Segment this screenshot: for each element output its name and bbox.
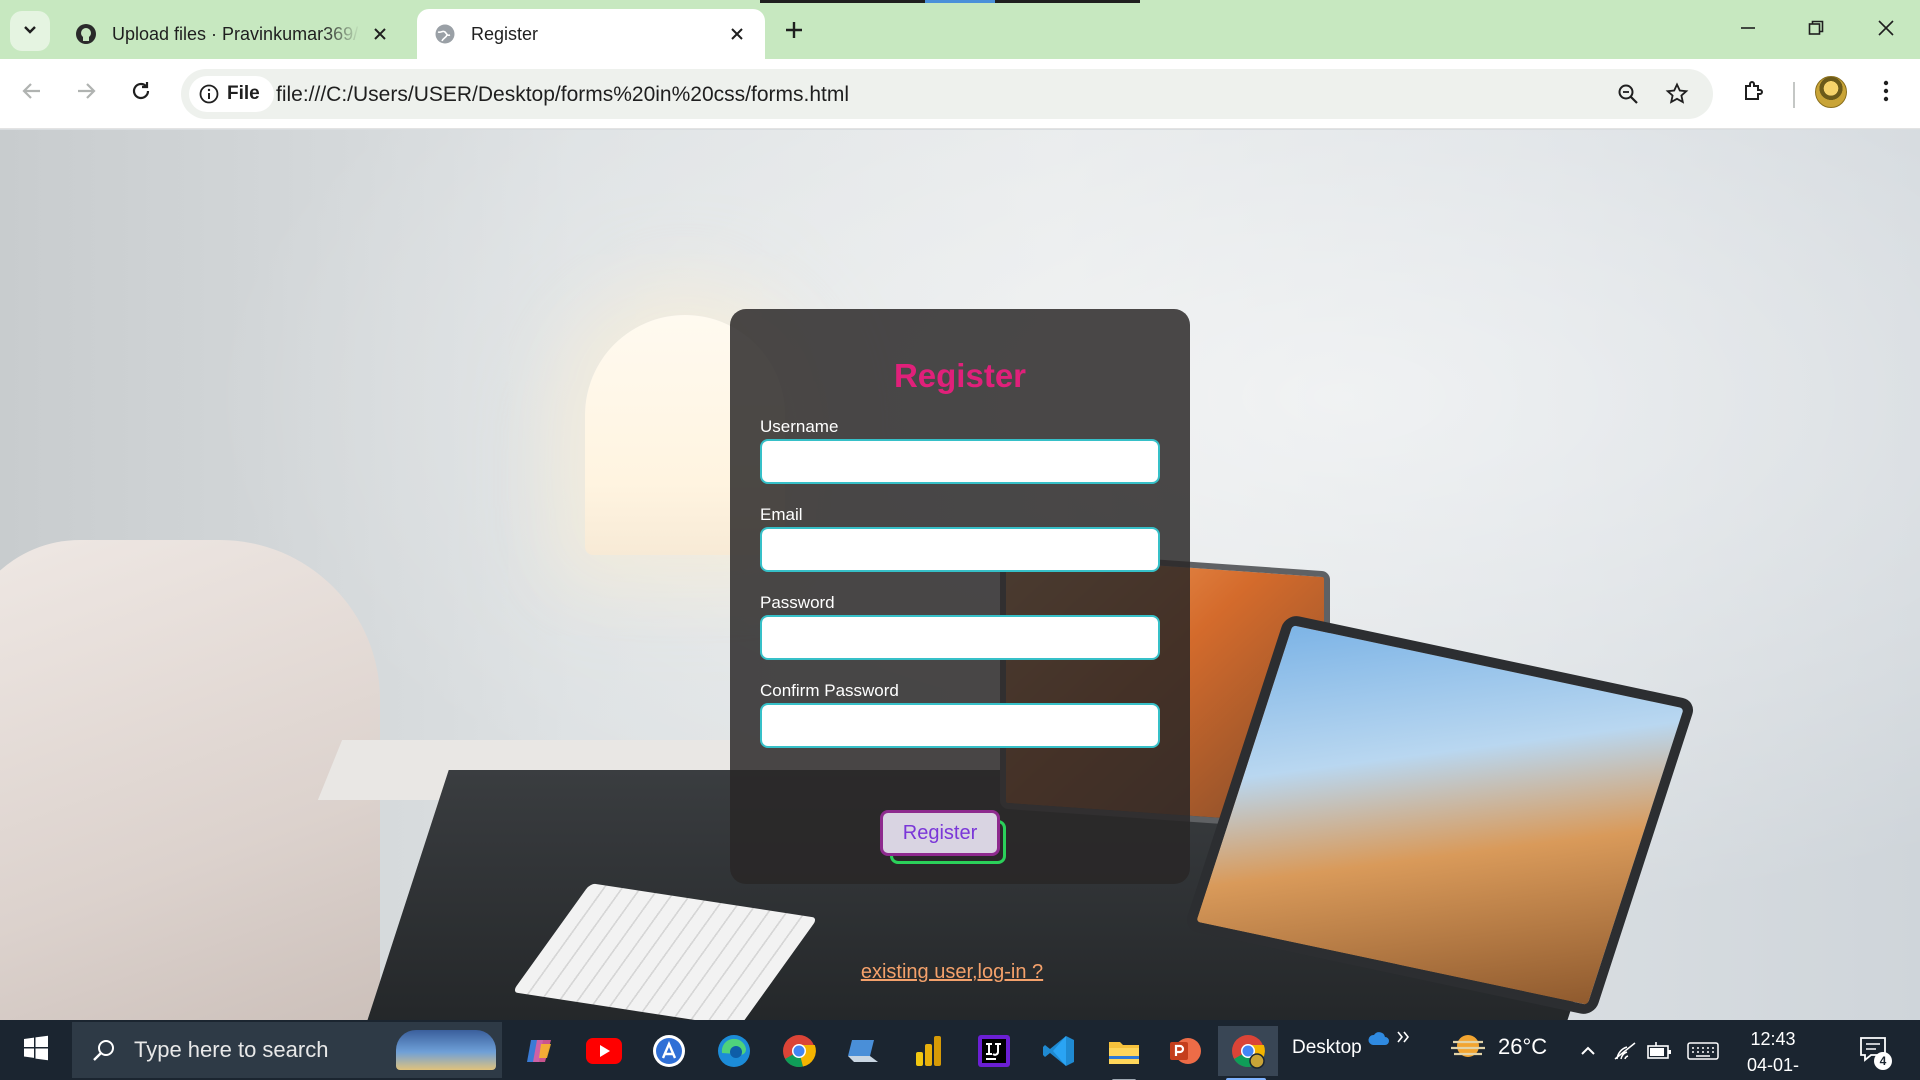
profile-avatar[interactable] <box>1815 76 1847 108</box>
form-title: Register <box>893 357 1027 394</box>
intellij-icon[interactable] <box>966 1026 1022 1076</box>
tab-search-button[interactable] <box>10 11 50 51</box>
double-chevron-right-icon[interactable] <box>1390 1024 1416 1050</box>
restore-icon <box>1808 20 1824 41</box>
register-form: Register Username Email Password Confirm… <box>730 309 1190 983</box>
arrow-right-icon <box>75 80 97 107</box>
tab-strip: Upload files · Pravinkumar369/S Register <box>0 0 1920 59</box>
puzzle-icon <box>1742 79 1766 108</box>
temperature-text: 26°C <box>1498 1034 1548 1059</box>
restore-button[interactable] <box>1792 10 1840 50</box>
clock-time: 12:43 <box>1750 1029 1796 1049</box>
close-icon[interactable] <box>725 22 749 46</box>
windows-logo-icon <box>23 1035 49 1066</box>
onedrive-icon[interactable] <box>1366 1026 1392 1052</box>
password-input[interactable] <box>760 615 1160 660</box>
tab-title: Register <box>471 23 539 44</box>
new-tab-button[interactable] <box>776 14 812 50</box>
wifi-icon[interactable] <box>1612 1038 1638 1064</box>
arrow-left-icon <box>21 80 43 107</box>
email-label: Email <box>760 505 803 524</box>
chevron-up-icon[interactable] <box>1575 1038 1601 1064</box>
tab-title: Upload files · Pravinkumar369/S <box>112 23 360 44</box>
login-link-wrapper: existing user,log-in ? <box>730 961 1190 984</box>
taskbar-search[interactable]: Type here to search <box>72 1022 502 1078</box>
search-highlight-art <box>396 1030 496 1070</box>
laptop-icon[interactable] <box>836 1026 892 1076</box>
submit-wrapper: Register <box>880 810 1006 864</box>
minimize-icon <box>1740 20 1756 41</box>
site-chip-label: File <box>227 83 260 104</box>
toolbar-divider <box>1793 82 1795 108</box>
bookmark-star-icon[interactable] <box>1662 79 1692 109</box>
edge-icon[interactable] <box>706 1026 762 1076</box>
windows-taskbar: Type here to search Desktop 26°C 12:43 0… <box>0 1020 1920 1080</box>
background-chair <box>0 540 380 1020</box>
keyboard-icon[interactable] <box>1686 1038 1720 1064</box>
powerpoint-icon[interactable] <box>1157 1026 1213 1076</box>
start-button[interactable] <box>12 1032 60 1068</box>
browser-toolbar: File file:///C:/Users/USER/Desktop/forms… <box>0 59 1920 129</box>
reload-icon <box>130 80 152 107</box>
battery-icon[interactable] <box>1646 1038 1672 1064</box>
chrome-profile-icon[interactable] <box>1218 1026 1278 1080</box>
search-icon <box>92 1038 116 1062</box>
desktop-toolbar-label[interactable]: Desktop <box>1292 1037 1362 1059</box>
confirm-password-input[interactable] <box>760 703 1160 748</box>
extensions-button[interactable] <box>1734 73 1774 113</box>
page-viewport: Register Username Email Password Confirm… <box>0 130 1920 1020</box>
site-info-chip[interactable]: File <box>189 76 274 112</box>
app-store-icon[interactable] <box>641 1026 697 1076</box>
zoom-icon[interactable] <box>1613 79 1643 109</box>
close-icon[interactable] <box>368 22 392 46</box>
more-vertical-icon <box>1882 79 1890 108</box>
notification-count-badge: 4 <box>1874 1052 1892 1070</box>
password-label: Password <box>760 593 835 612</box>
chrome-icon[interactable] <box>771 1026 827 1076</box>
username-label: Username <box>760 417 839 436</box>
loading-bar <box>760 0 1140 3</box>
file-explorer-icon[interactable] <box>1096 1026 1152 1080</box>
existing-user-login-link[interactable]: existing user,log-in ? <box>861 961 1043 983</box>
weather-widget[interactable]: 26°C <box>1450 1032 1547 1062</box>
github-icon <box>74 22 98 46</box>
copilot-icon[interactable] <box>512 1026 568 1076</box>
plus-icon <box>784 20 804 45</box>
close-window-button[interactable] <box>1862 10 1910 50</box>
minimize-button[interactable] <box>1724 10 1772 50</box>
search-placeholder: Type here to search <box>134 1037 329 1062</box>
clock-date: 04-01-2025 <box>1746 1055 1800 1075</box>
close-icon <box>1878 19 1894 41</box>
vscode-icon[interactable] <box>1031 1026 1087 1076</box>
notification-center-button[interactable]: 4 <box>1856 1034 1892 1070</box>
url-text[interactable]: file:///C:/Users/USER/Desktop/forms%20in… <box>276 83 849 107</box>
power-bi-icon[interactable] <box>901 1026 957 1076</box>
register-button[interactable]: Register <box>880 810 1000 856</box>
username-input[interactable] <box>760 439 1160 484</box>
menu-button[interactable] <box>1866 73 1906 113</box>
loading-progress <box>925 0 995 3</box>
weather-hazy-sun-icon <box>1450 1032 1486 1062</box>
confirm-password-label: Confirm Password <box>760 681 899 700</box>
tab-upload-files[interactable]: Upload files · Pravinkumar369/S <box>58 9 408 59</box>
youtube-icon[interactable] <box>576 1026 632 1076</box>
back-button[interactable] <box>12 73 52 113</box>
globe-icon <box>433 22 457 46</box>
tab-register[interactable]: Register <box>417 9 765 59</box>
address-bar[interactable]: File file:///C:/Users/USER/Desktop/forms… <box>181 69 1713 119</box>
forward-button[interactable] <box>66 73 106 113</box>
info-icon <box>199 84 219 104</box>
email-input[interactable] <box>760 527 1160 572</box>
chevron-down-icon <box>21 20 39 43</box>
taskbar-clock[interactable]: 12:43 04-01-2025 <box>1728 1026 1818 1080</box>
reload-button[interactable] <box>121 73 161 113</box>
